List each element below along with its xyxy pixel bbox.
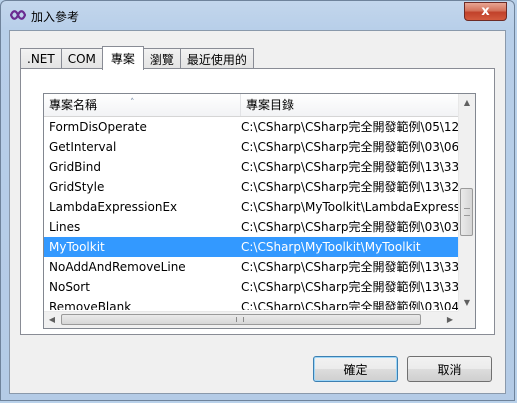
list-item[interactable]: FormDisOperate C:\CSharp\CSharp完全開發範例\05… bbox=[44, 117, 458, 137]
tab-com[interactable]: COM bbox=[60, 48, 103, 69]
vertical-scroll-thumb[interactable] bbox=[460, 188, 473, 236]
cancel-button[interactable]: 取消 bbox=[407, 356, 492, 382]
scroll-right-arrow-icon[interactable]: ▶ bbox=[442, 312, 458, 328]
list-item[interactable]: GridStyle C:\CSharp\CSharp完全開發範例\13\325\ bbox=[44, 177, 458, 197]
project-path: C:\CSharp\CSharp完全開發範例\03\039\ bbox=[241, 220, 458, 234]
project-path: C:\CSharp\CSharp完全開發範例\03\064\ bbox=[241, 140, 458, 154]
scroll-left-arrow-icon[interactable]: ◀ bbox=[44, 312, 60, 328]
tab-strip: .NET COM 專案 瀏覽 最近使用的 bbox=[20, 45, 254, 70]
window-title: 加入參考 bbox=[31, 10, 80, 24]
grip-icon bbox=[236, 317, 244, 322]
column-header-path[interactable]: 專案目錄 bbox=[241, 94, 460, 116]
tab-projects[interactable]: 專案 bbox=[101, 46, 144, 70]
list-item[interactable]: Lines C:\CSharp\CSharp完全開發範例\03\039\ bbox=[44, 217, 458, 237]
project-list[interactable]: ˄ 專案名稱 專案目錄 FormDisOperate C:\CSharp\CSh… bbox=[43, 93, 476, 329]
grip-icon bbox=[464, 208, 470, 216]
column-header-path-label: 專案目錄 bbox=[246, 98, 295, 112]
list-item[interactable]: GridBind C:\CSharp\CSharp完全開發範例\13\333\ bbox=[44, 157, 458, 177]
project-path: C:\CSharp\CSharp完全開發範例\13\331\ bbox=[241, 260, 458, 274]
project-path: C:\CSharp\CSharp完全開發範例\03\042\ bbox=[241, 300, 458, 310]
dialog-body: .NET COM 專案 瀏覽 最近使用的 ˄ 專案名稱 專案目錄 FormDis… bbox=[9, 30, 506, 394]
column-header-name[interactable]: ˄ 專案名稱 bbox=[44, 94, 241, 116]
project-path: C:\CSharp\CSharp完全開發範例\13\333\ bbox=[241, 160, 458, 174]
close-button[interactable]: x bbox=[464, 2, 507, 21]
project-name: Lines bbox=[49, 220, 81, 234]
list-rows: FormDisOperate C:\CSharp\CSharp完全開發範例\05… bbox=[44, 117, 458, 310]
ok-button[interactable]: 確定 bbox=[313, 356, 398, 382]
list-item[interactable]: NoAddAndRemoveLine C:\CSharp\CSharp完全開發範… bbox=[44, 257, 458, 277]
sort-ascending-icon: ˄ bbox=[130, 98, 135, 108]
title-bar[interactable]: 加入參考 x bbox=[1, 1, 514, 29]
project-name: GridStyle bbox=[49, 180, 105, 194]
list-item[interactable]: RemoveBlank C:\CSharp\CSharp完全開發範例\03\04… bbox=[44, 297, 458, 310]
tab-browse[interactable]: 瀏覽 bbox=[142, 48, 181, 69]
tab-recent[interactable]: 最近使用的 bbox=[179, 48, 254, 69]
list-item[interactable]: LambdaExpressionEx C:\CSharp\MyToolkit\L… bbox=[44, 197, 458, 217]
scrollbar-corner bbox=[458, 311, 475, 328]
project-name: NoAddAndRemoveLine bbox=[49, 260, 186, 274]
project-path: C:\CSharp\CSharp完全開發範例\13\325\ bbox=[241, 180, 458, 194]
list-item-selected[interactable]: MyToolkit C:\CSharp\MyToolkit\MyToolkit bbox=[44, 237, 458, 257]
project-path: C:\CSharp\MyToolkit\LambdaExpression bbox=[241, 200, 458, 214]
horizontal-scroll-thumb[interactable] bbox=[61, 314, 421, 325]
tab-dotnet[interactable]: .NET bbox=[20, 48, 62, 69]
project-path: C:\CSharp\CSharp完全開發範例\05\129\ bbox=[241, 120, 458, 134]
projects-tab-panel: ˄ 專案名稱 專案目錄 FormDisOperate C:\CSharp\CSh… bbox=[20, 68, 495, 335]
visual-studio-icon bbox=[10, 10, 26, 20]
add-reference-dialog: 加入參考 x .NET COM 專案 瀏覽 最近使用的 ˄ 專案名稱 專案目錄 bbox=[0, 0, 515, 401]
horizontal-scrollbar[interactable]: ◀ ▶ bbox=[44, 311, 458, 328]
column-header-name-label: 專案名稱 bbox=[49, 98, 98, 112]
project-path: C:\CSharp\MyToolkit\MyToolkit bbox=[241, 240, 421, 254]
list-item[interactable]: GetInterval C:\CSharp\CSharp完全開發範例\03\06… bbox=[44, 137, 458, 157]
project-name: RemoveBlank bbox=[49, 300, 132, 310]
vertical-scrollbar[interactable]: ▲ ▼ bbox=[458, 94, 475, 311]
project-name: LambdaExpressionEx bbox=[49, 200, 178, 214]
project-name: GridBind bbox=[49, 160, 101, 174]
project-name: GetInterval bbox=[49, 140, 117, 154]
project-name: FormDisOperate bbox=[49, 120, 147, 134]
list-header: ˄ 專案名稱 專案目錄 bbox=[44, 94, 458, 117]
project-name: NoSort bbox=[49, 280, 90, 294]
scroll-down-arrow-icon[interactable]: ▼ bbox=[459, 294, 475, 311]
project-path: C:\CSharp\CSharp完全開發範例\13\332\ bbox=[241, 280, 458, 294]
project-name: MyToolkit bbox=[49, 240, 105, 254]
list-item[interactable]: NoSort C:\CSharp\CSharp完全開發範例\13\332\ bbox=[44, 277, 458, 297]
scroll-up-arrow-icon[interactable]: ▲ bbox=[459, 94, 475, 111]
